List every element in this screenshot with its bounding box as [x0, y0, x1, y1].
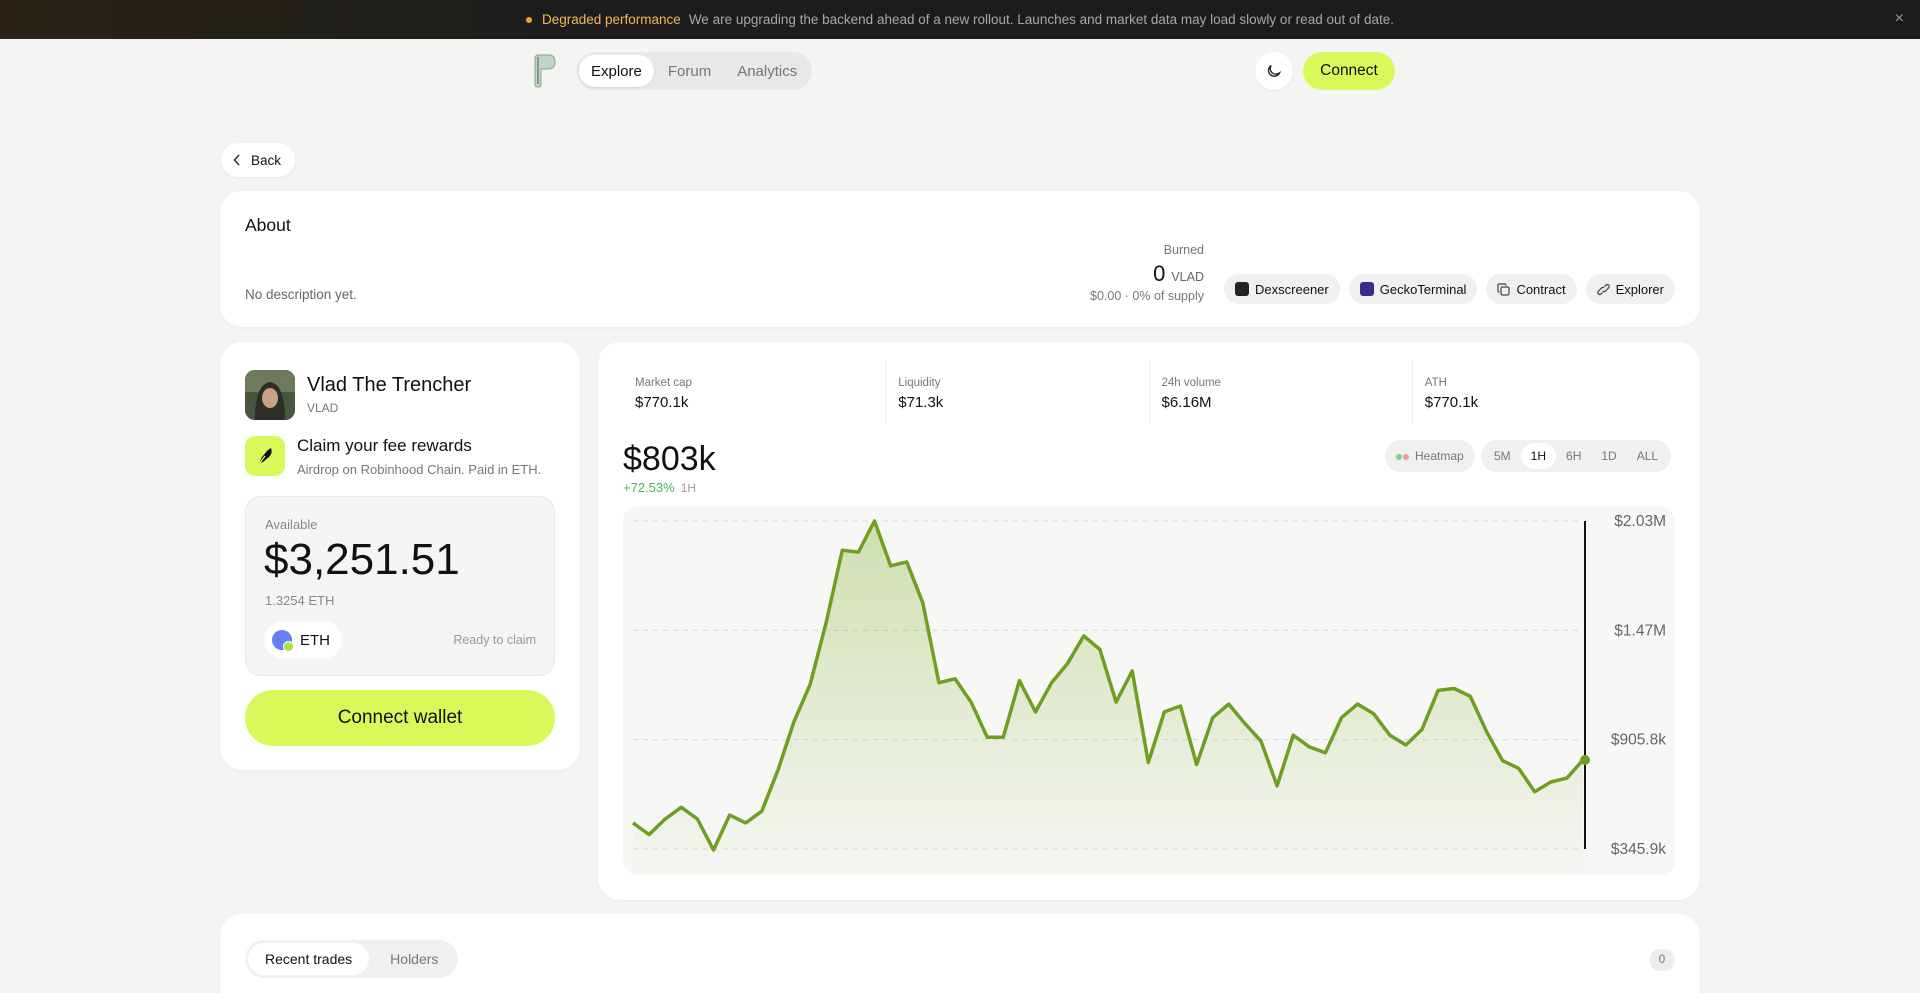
timeframe-1d[interactable]: 1D: [1591, 443, 1626, 469]
stat-label: Liquidity: [898, 377, 941, 389]
stat-value: $71.3k: [898, 394, 944, 411]
geckoterminal-link[interactable]: GeckoTerminal: [1348, 274, 1478, 304]
stat-volume: 24h volume $6.16M: [1148, 362, 1412, 424]
tab-explore[interactable]: Explore: [579, 55, 654, 87]
claim-subtitle: Airdrop on Robinhood Chain. Paid in ETH.: [297, 462, 542, 477]
available-amount: $3,251.51: [264, 535, 460, 584]
current-price: $803k: [623, 440, 716, 478]
stat-liquidity: Liquidity $71.3k: [885, 362, 1148, 424]
eth-chip: ETH: [264, 621, 342, 659]
about-card: About No description yet. Burned 0 VLAD $…: [220, 191, 1700, 327]
token-avatar: [245, 370, 295, 420]
main-nav: Explore Forum Analytics: [576, 52, 813, 90]
trades-tabs: Recent trades Holders: [245, 940, 459, 978]
tab-holders[interactable]: Holders: [373, 943, 455, 975]
stat-value: $6.16M: [1161, 394, 1212, 411]
price-chart[interactable]: $2.03M $1.47M $905.8k $345.9k: [623, 507, 1675, 875]
claim-title: Claim your fee rewards: [297, 436, 472, 455]
about-description: No description yet.: [245, 287, 357, 302]
timeframe-all[interactable]: ALL: [1627, 443, 1668, 469]
status-banner: Degraded performance We are upgrading th…: [0, 0, 1920, 39]
warning-dot-icon: [525, 16, 532, 23]
timeframe-selector: 5M 1H 6H 1D ALL: [1481, 440, 1672, 472]
timeframe-5m[interactable]: 5M: [1484, 443, 1521, 469]
copy-icon: [1497, 282, 1511, 296]
banner-message: We are upgrading the backend ahead of a …: [688, 12, 1395, 27]
dexscreener-link[interactable]: Dexscreener: [1224, 274, 1340, 304]
external-links: Dexscreener GeckoTerminal Contract Explo…: [1224, 274, 1675, 304]
geckoterminal-label: GeckoTerminal: [1379, 281, 1467, 297]
close-icon[interactable]: ×: [1895, 10, 1904, 28]
dexscreener-icon: [1235, 282, 1250, 296]
price-change-value: +72.53%: [623, 480, 675, 495]
explorer-link[interactable]: Explorer: [1585, 274, 1675, 304]
chart-area: [633, 521, 1583, 875]
connect-button[interactable]: Connect: [1303, 52, 1395, 90]
stat-label: Market cap: [635, 377, 692, 389]
timeframe-6h[interactable]: 6H: [1556, 443, 1591, 469]
heatmap-label: Heatmap: [1415, 449, 1464, 463]
stats-row: Market cap $770.1k Liquidity $71.3k 24h vo…: [623, 362, 1675, 424]
available-eth: 1.3254 ETH: [265, 593, 335, 608]
burned-stat: Burned 0 VLAD $0.00 · 0% of supply: [1090, 243, 1204, 303]
tab-forum[interactable]: Forum: [656, 55, 723, 87]
connect-wallet-button[interactable]: Connect wallet: [245, 690, 555, 746]
app-logo-icon[interactable]: [532, 54, 556, 88]
heatmap-green-dot-icon: [1396, 454, 1402, 460]
burned-sub: $0.00 · 0% of supply: [1090, 289, 1204, 303]
about-title: About: [245, 215, 291, 235]
tab-analytics[interactable]: Analytics: [725, 55, 809, 87]
heatmap-toggle[interactable]: Heatmap: [1385, 440, 1475, 472]
burned-label: Burned: [1163, 243, 1204, 257]
y-tick-label: $905.8k: [1611, 732, 1666, 749]
tab-recent-trades[interactable]: Recent trades: [248, 943, 370, 975]
burned-unit: VLAD: [1171, 270, 1204, 284]
y-tick-label: $1.47M: [1614, 622, 1666, 639]
moon-icon: [1267, 64, 1282, 77]
trades-card: Recent trades Holders 0: [220, 914, 1700, 993]
price-change-period: 1H: [680, 481, 697, 495]
token-card: Vlad The Trencher VLAD Claim your fee re…: [220, 342, 580, 770]
feather-icon: [245, 436, 285, 476]
timeframe-1h[interactable]: 1H: [1520, 443, 1557, 469]
stat-value: $770.1k: [1424, 394, 1479, 411]
trades-count-badge: 0: [1649, 949, 1675, 971]
chart-cursor-dot: [1580, 754, 1590, 765]
claim-status: Ready to claim: [453, 633, 536, 647]
dexscreener-label: Dexscreener: [1255, 281, 1329, 297]
back-label: Back: [251, 152, 282, 168]
token-name: Vlad The Trencher: [307, 374, 472, 396]
back-button[interactable]: Back: [221, 143, 296, 177]
contract-label: Contract: [1516, 281, 1566, 297]
theme-toggle-button[interactable]: [1255, 52, 1293, 90]
price-change: +72.53% 1H: [623, 480, 696, 495]
heatmap-red-dot-icon: [1403, 454, 1409, 460]
link-icon: [1596, 283, 1610, 295]
burned-value: 0: [1153, 261, 1166, 286]
available-label: Available: [265, 517, 318, 532]
token-symbol: VLAD: [307, 401, 339, 415]
y-tick-label: $2.03M: [1614, 513, 1666, 530]
geckoterminal-icon: [1359, 282, 1374, 296]
chevron-left-icon: [233, 154, 240, 166]
stat-label: 24h volume: [1161, 377, 1221, 389]
contract-link[interactable]: Contract: [1486, 274, 1577, 304]
stat-ath: ATH $770.1k: [1411, 362, 1675, 424]
explorer-label: Explorer: [1615, 281, 1664, 297]
chart-card: Market cap $770.1k Liquidity $71.3k 24h vo…: [598, 342, 1700, 900]
stat-market-cap: Market cap $770.1k: [623, 362, 885, 424]
banner-title: Degraded performance: [541, 12, 681, 27]
eth-icon: [272, 630, 294, 652]
eth-chip-label: ETH: [300, 631, 330, 649]
stat-value: $770.1k: [635, 394, 689, 411]
y-tick-label: $345.9k: [1611, 841, 1666, 858]
available-panel: Available $3,251.51 1.3254 ETH ETH Ready…: [245, 496, 555, 676]
stat-label: ATH: [1424, 377, 1447, 389]
price-chart-svg: $2.03M $1.47M $905.8k $345.9k: [631, 513, 1666, 875]
